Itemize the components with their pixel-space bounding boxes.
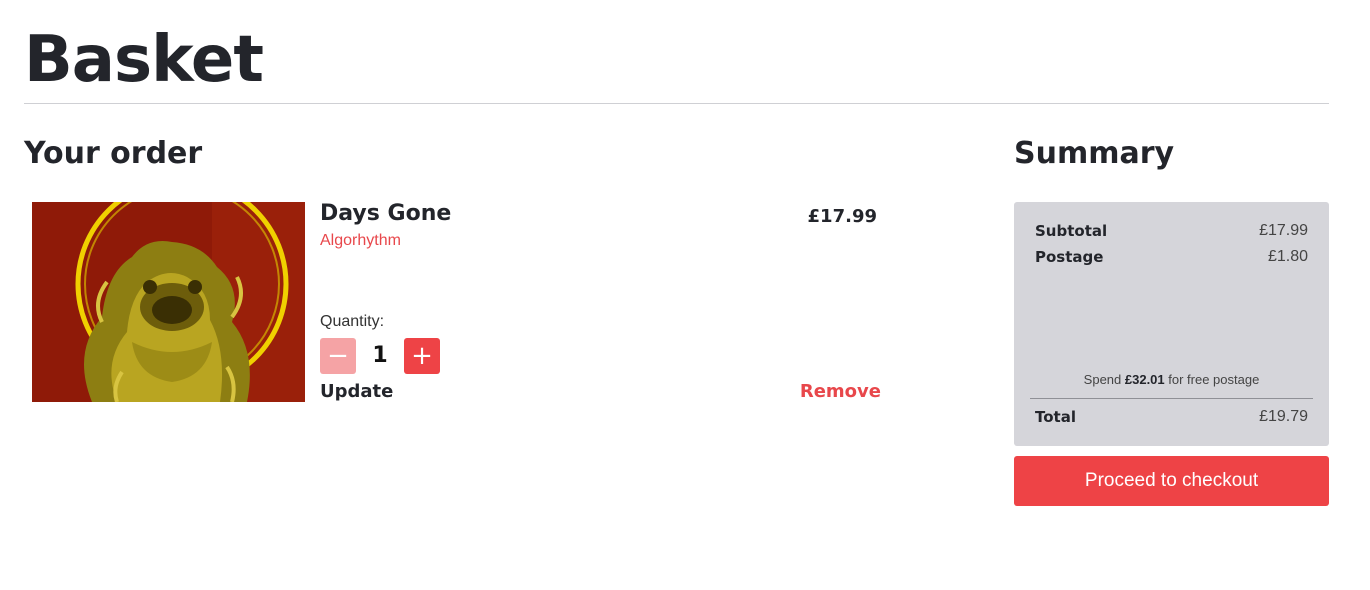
postage-label: Postage <box>1035 248 1104 266</box>
subtotal-row: Subtotal £17.99 <box>1035 221 1308 241</box>
summary-panel: Subtotal £17.99 Postage £1.80 Spend £32.… <box>1014 202 1329 446</box>
header-divider <box>24 103 1329 104</box>
proceed-to-checkout-button[interactable]: Proceed to checkout <box>1014 456 1329 506</box>
free-postage-prefix: Spend <box>1083 372 1125 387</box>
free-postage-amount: £32.01 <box>1124 372 1165 387</box>
subtotal-value: £17.99 <box>1259 222 1308 239</box>
postage-value: £1.80 <box>1267 248 1308 265</box>
product-artist-link[interactable]: Algorhythm <box>320 231 401 251</box>
minus-icon: − <box>327 341 349 371</box>
quantity-value[interactable]: 1 <box>362 342 398 370</box>
product-price: £17.99 <box>807 206 877 227</box>
subtotal-label: Subtotal <box>1035 222 1108 240</box>
total-label: Total <box>1035 408 1076 426</box>
total-row: Total £19.79 <box>1035 407 1308 427</box>
product-name[interactable]: Days Gone <box>320 200 451 228</box>
product-image[interactable] <box>32 202 305 402</box>
total-value: £19.79 <box>1259 408 1308 425</box>
remove-button[interactable]: Remove <box>790 380 881 404</box>
increment-quantity-button[interactable]: + <box>404 338 440 374</box>
plus-icon: + <box>411 341 433 371</box>
update-button[interactable]: Update <box>320 380 393 404</box>
free-postage-message: Spend £32.01 for free postage <box>1014 372 1329 388</box>
decrement-quantity-button[interactable]: − <box>320 338 356 374</box>
summary-divider <box>1030 398 1313 399</box>
lion-statue-artwork-icon <box>32 202 305 402</box>
free-postage-suffix: for free postage <box>1164 372 1260 387</box>
summary-heading: Summary <box>1014 136 1175 171</box>
postage-row: Postage £1.80 <box>1035 247 1308 267</box>
quantity-label: Quantity: <box>320 313 385 330</box>
page-title: Basket <box>24 23 264 97</box>
order-heading: Your order <box>24 136 203 171</box>
